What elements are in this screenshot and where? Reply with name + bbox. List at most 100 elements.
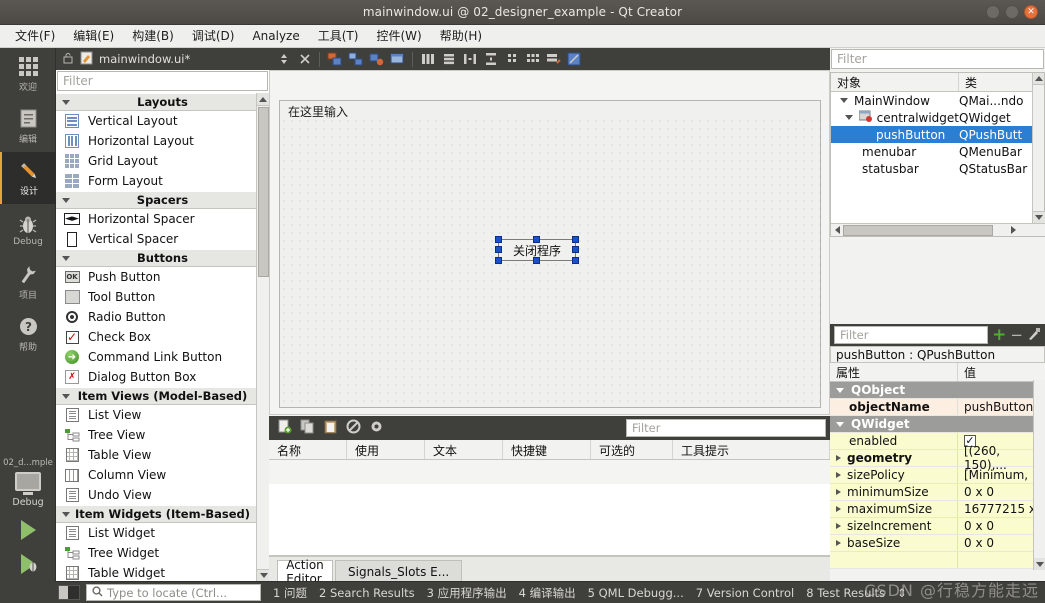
hscroll-thumb[interactable] xyxy=(843,224,993,236)
property-row-value[interactable]: 0 x 0 xyxy=(958,518,1045,534)
widget-item-command-link-button[interactable]: ➜ Command Link Button xyxy=(56,347,269,367)
property-row-value[interactable]: 0 x 0 xyxy=(958,535,1045,551)
property-row-maximumsize[interactable]: maximumSize 16777215 x.. xyxy=(830,501,1045,518)
resize-handle-n[interactable] xyxy=(533,236,540,243)
property-row-geometry[interactable]: geometry [(260, 150),... xyxy=(830,444,1045,472)
widget-box-scrollbar[interactable] xyxy=(256,93,270,582)
action-col-used[interactable]: 使用 xyxy=(347,440,425,459)
edit-signals-slots-icon[interactable] xyxy=(326,51,343,68)
mode-edit[interactable]: 编辑 xyxy=(0,100,56,152)
widget-item-push-button[interactable]: OK Push Button xyxy=(56,267,269,287)
edit-buddies-icon[interactable] xyxy=(347,51,364,68)
layout-horizontally-icon[interactable] xyxy=(419,51,436,68)
chevron-down-icon[interactable] xyxy=(840,98,848,103)
property-col-value[interactable]: 值 xyxy=(958,363,1045,381)
object-inspector-filter[interactable]: Filter xyxy=(831,49,1044,69)
property-group-qobject[interactable]: QObject xyxy=(830,382,1045,399)
widget-item-check-box[interactable]: ✓ Check Box xyxy=(56,327,269,347)
object-inspector-scrollbar[interactable] xyxy=(1032,73,1045,236)
action-col-tooltip[interactable]: 工具提示 xyxy=(673,440,830,459)
resize-handle-w[interactable] xyxy=(495,246,502,253)
layout-splitter-h-icon[interactable] xyxy=(461,51,478,68)
mode-help[interactable]: ? 帮助 xyxy=(0,308,56,360)
chevron-right-icon[interactable] xyxy=(836,506,841,512)
widget-item-tree-widget[interactable]: Tree Widget xyxy=(56,543,269,563)
edit-widgets-icon[interactable] xyxy=(275,51,292,68)
action-editor-list[interactable] xyxy=(269,484,830,556)
tab-action-editor[interactable]: Action Editor xyxy=(277,558,333,586)
copy-icon[interactable] xyxy=(300,419,315,437)
editor-tab-filename[interactable]: mainwindow.ui* xyxy=(99,52,190,66)
menu-file[interactable]: 文件(F) xyxy=(6,26,64,46)
widget-item-horizontal-layout[interactable]: Horizontal Layout xyxy=(56,131,269,151)
chevron-right-icon[interactable] xyxy=(836,540,841,546)
object-row-mainwindow[interactable]: MainWindow QMai...ndo xyxy=(831,92,1044,109)
widget-item-dialog-button-box[interactable]: ✗ Dialog Button Box xyxy=(56,367,269,387)
property-editor-filter[interactable]: Filter xyxy=(834,326,989,344)
widget-box-filter[interactable]: Filter xyxy=(57,71,268,91)
mode-design[interactable]: 设计 xyxy=(0,152,56,204)
resize-handle-nw[interactable] xyxy=(495,236,502,243)
chevron-right-icon[interactable] xyxy=(836,472,841,478)
resize-handle-sw[interactable] xyxy=(495,257,502,264)
action-col-checkable[interactable]: 可选的 xyxy=(591,440,673,459)
form-canvas[interactable]: 在这里输入 关闭程序 xyxy=(269,70,830,415)
kit-selector[interactable]: 02_d...mple Debug xyxy=(0,456,56,508)
object-row-centralwidget[interactable]: centralwidget QWidget xyxy=(831,109,1044,126)
mode-debug[interactable]: Debug xyxy=(0,204,56,256)
output-pane-qml-debugger[interactable]: 5 QML Debugg... xyxy=(588,586,684,600)
run-icon[interactable] xyxy=(20,520,36,540)
resize-handle-s[interactable] xyxy=(533,257,540,264)
widget-item-undo-view[interactable]: Undo View xyxy=(56,485,269,505)
layout-grid-icon[interactable] xyxy=(524,51,541,68)
property-row-basesize[interactable]: baseSize 0 x 0 xyxy=(830,535,1045,552)
property-row-sizepolicy[interactable]: sizePolicy [Minimum, ... xyxy=(830,467,1045,484)
widget-group-item-widgets[interactable]: Item Widgets (Item-Based) xyxy=(56,505,269,523)
scroll-thumb[interactable] xyxy=(258,107,269,277)
widget-item-radio-button[interactable]: Radio Button xyxy=(56,307,269,327)
chevron-down-icon[interactable] xyxy=(844,115,853,120)
widget-item-horizontal-spacer[interactable]: ◄► Horizontal Spacer xyxy=(56,209,269,229)
adjust-size-icon[interactable] xyxy=(566,51,583,68)
output-pane-more-icon[interactable]: ⇕ xyxy=(897,586,907,600)
resize-handle-se[interactable] xyxy=(572,257,579,264)
output-pane-test-results[interactable]: 8 Test Results xyxy=(806,586,885,600)
object-row-menubar[interactable]: menubar QMenuBar xyxy=(831,143,1044,160)
locator-input[interactable]: Type to locate (Ctrl... xyxy=(86,584,261,601)
scroll-right-icon[interactable] xyxy=(1007,225,1019,236)
resize-handle-ne[interactable] xyxy=(572,236,579,243)
widget-group-item-views[interactable]: Item Views (Model-Based) xyxy=(56,387,269,405)
action-editor-filter[interactable]: Filter xyxy=(626,419,826,437)
action-col-text[interactable]: 文本 xyxy=(425,440,503,459)
property-row-value[interactable]: [Minimum, ... xyxy=(958,467,1045,483)
widget-item-table-widget[interactable]: Table Widget xyxy=(56,563,269,582)
object-row-pushbutton[interactable]: pushButton QPushButt xyxy=(831,126,1044,143)
widget-item-tool-button[interactable]: Tool Button xyxy=(56,287,269,307)
mode-welcome[interactable]: 欢迎 xyxy=(0,48,56,100)
menu-analyze[interactable]: Analyze xyxy=(243,26,308,46)
property-editor-scrollbar[interactable] xyxy=(1033,380,1045,570)
menu-debug[interactable]: 调试(D) xyxy=(183,26,244,46)
remove-property-icon[interactable]: − xyxy=(1010,328,1023,343)
tab-signals-slots-editor[interactable]: Signals_Slots E... xyxy=(335,560,463,582)
property-row-partial[interactable] xyxy=(830,552,1045,569)
scroll-left-icon[interactable] xyxy=(831,225,843,236)
action-col-shortcut[interactable]: 快捷键 xyxy=(503,440,591,459)
widget-group-layouts[interactable]: Layouts xyxy=(56,93,269,111)
scroll-up-icon[interactable] xyxy=(1033,73,1044,85)
object-row-statusbar[interactable]: statusbar QStatusBar xyxy=(831,160,1044,177)
minimize-button[interactable] xyxy=(986,5,1000,19)
chevron-right-icon[interactable] xyxy=(836,455,841,461)
sidebar-toggle-icon[interactable] xyxy=(58,585,80,600)
widget-item-vertical-spacer[interactable]: Vertical Spacer xyxy=(56,229,269,249)
property-group-qwidget[interactable]: QWidget xyxy=(830,416,1045,433)
chevron-down-icon[interactable] xyxy=(836,387,844,393)
object-inspector-hscrollbar[interactable] xyxy=(831,223,1045,236)
menu-help[interactable]: 帮助(H) xyxy=(431,26,491,46)
property-row-minimumsize[interactable]: minimumSize 0 x 0 xyxy=(830,484,1045,501)
property-row-value[interactable]: [(260, 150),... xyxy=(958,444,1045,472)
paste-icon[interactable] xyxy=(323,419,338,437)
lock-icon[interactable] xyxy=(62,52,74,67)
chevron-down-icon[interactable] xyxy=(836,421,844,427)
chevron-right-icon[interactable] xyxy=(836,489,841,495)
